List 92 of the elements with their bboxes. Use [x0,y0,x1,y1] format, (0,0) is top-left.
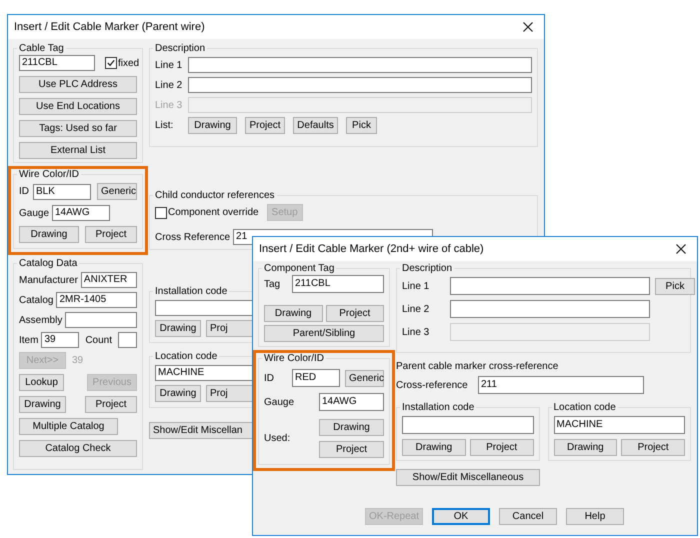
input-field[interactable]: 39 [41,332,80,348]
pick-button[interactable]: Pick [655,278,695,294]
input-field[interactable]: 211CBL [19,55,95,71]
close-icon [523,22,533,32]
project-button[interactable]: Project [621,439,685,456]
field-label: Line 3 [155,100,184,110]
group-title: Catalog Data [18,258,78,269]
drawing-button[interactable]: Drawing [19,226,79,243]
field-label: ID [264,372,275,384]
checkbox-label: Component override [168,207,259,218]
project-button[interactable]: Project [245,117,285,134]
group-title: Cable Tag [18,43,65,54]
group-title: Wire Color/ID [18,169,80,180]
input-field[interactable] [65,312,137,328]
input-field[interactable] [188,77,532,93]
project-button[interactable]: Project [85,396,137,413]
checkbox-label: fixed [118,58,140,68]
input-field[interactable]: ANIXTER [80,272,137,288]
field-label: Gauge [264,396,296,408]
drawing-button[interactable]: Drawing [19,396,66,413]
input-field[interactable]: 211CBL [292,275,384,293]
group-title: Description [401,263,454,274]
group-title: Location code [154,351,218,362]
multiple-catalog-button[interactable]: Multiple Catalog [19,418,118,435]
group-title: Component Tag [263,263,336,274]
checkbox[interactable] [105,57,117,69]
ok-button[interactable]: OK [432,508,490,525]
field-label: Tag [264,278,282,290]
cancel-button[interactable]: Cancel [499,508,557,525]
window-title: Insert / Edit Cable Marker (Parent wire) [14,21,206,33]
field-label: Line 2 [155,80,184,90]
field-label: Assembly [19,314,62,326]
input-field[interactable]: RED [292,369,340,387]
project-button[interactable]: Project [319,441,384,458]
input-field[interactable] [188,57,532,73]
drawing-button[interactable]: Drawing [402,439,466,456]
input-field[interactable] [118,332,137,348]
close-icon [676,244,686,254]
drawing-button[interactable]: Drawing [264,305,322,322]
input-field[interactable] [450,277,650,295]
input-field[interactable]: 14AWG [52,205,110,221]
input-field[interactable]: 14AWG [319,393,384,411]
project-button[interactable]: Project [326,305,384,322]
group-title: Child conductor references [154,190,276,201]
catalog-check-button[interactable]: Catalog Check [19,440,137,457]
parent-sibling-button[interactable]: Parent/Sibling [264,325,384,342]
end-locations-button[interactable]: Use End Locations [19,98,137,115]
input-field[interactable]: BLK [33,184,91,200]
pick-button[interactable]: Pick [346,117,377,134]
input-field[interactable]: MACHINE [554,416,685,434]
field-label: Cross-reference [396,380,469,390]
miscellaneous-button[interactable]: Show/Edit Miscellaneous [396,469,540,486]
group-title: Installation code [154,286,228,297]
input-field[interactable] [402,416,534,434]
group-title: Wire Color/ID [263,353,326,364]
field-label: Line 3 [402,326,430,338]
project-button[interactable]: Project [470,439,534,456]
drawing-button[interactable]: Drawing [319,419,384,436]
plc-address-button[interactable]: Use PLC Address [19,76,137,93]
external-list-button[interactable]: External List [19,142,137,159]
field-label: Line 2 [402,304,430,314]
field-label: Count [85,334,112,346]
field-label: Gauge [19,208,50,218]
field-label: ID [19,186,30,197]
group-title: Location code [552,402,617,413]
drawing-button[interactable]: Drawing [155,385,201,402]
tags-used-button[interactable]: Tags: Used so far [19,120,137,137]
field-label: List: [155,120,174,131]
group-title: Installation code [401,402,476,413]
window-title: Insert / Edit Cable Marker (2nd+ wire of cable) [259,243,485,255]
input-field[interactable]: 211 [478,376,644,394]
section-title: Parent cable marker cross-reference [396,361,560,372]
group-title: Description [154,43,206,54]
lookup-button[interactable]: Lookup [19,374,64,391]
drawing-button[interactable]: Drawing [554,439,618,456]
generic-button[interactable]: Generic [97,183,137,200]
drawing-button[interactable]: Drawing [188,117,237,134]
input-field[interactable] [450,300,650,318]
input-field[interactable]: 2MR-1405 [56,292,137,308]
field-label: Manufacturer [19,274,78,286]
checkbox[interactable] [155,206,167,218]
field-label: Line 1 [402,280,430,292]
drawing-button[interactable]: Drawing [155,320,201,337]
project-button[interactable]: Project [85,226,137,243]
field-label: Item [19,334,38,346]
defaults-button[interactable]: Defaults [293,117,338,134]
field-label: Line 1 [155,60,184,70]
field-label: Catalog [19,294,54,306]
help-button[interactable]: Help [566,508,624,525]
field-label: Cross Reference [155,232,230,242]
item-number: 39 [72,355,84,366]
generic-button[interactable]: Generic [345,370,384,386]
